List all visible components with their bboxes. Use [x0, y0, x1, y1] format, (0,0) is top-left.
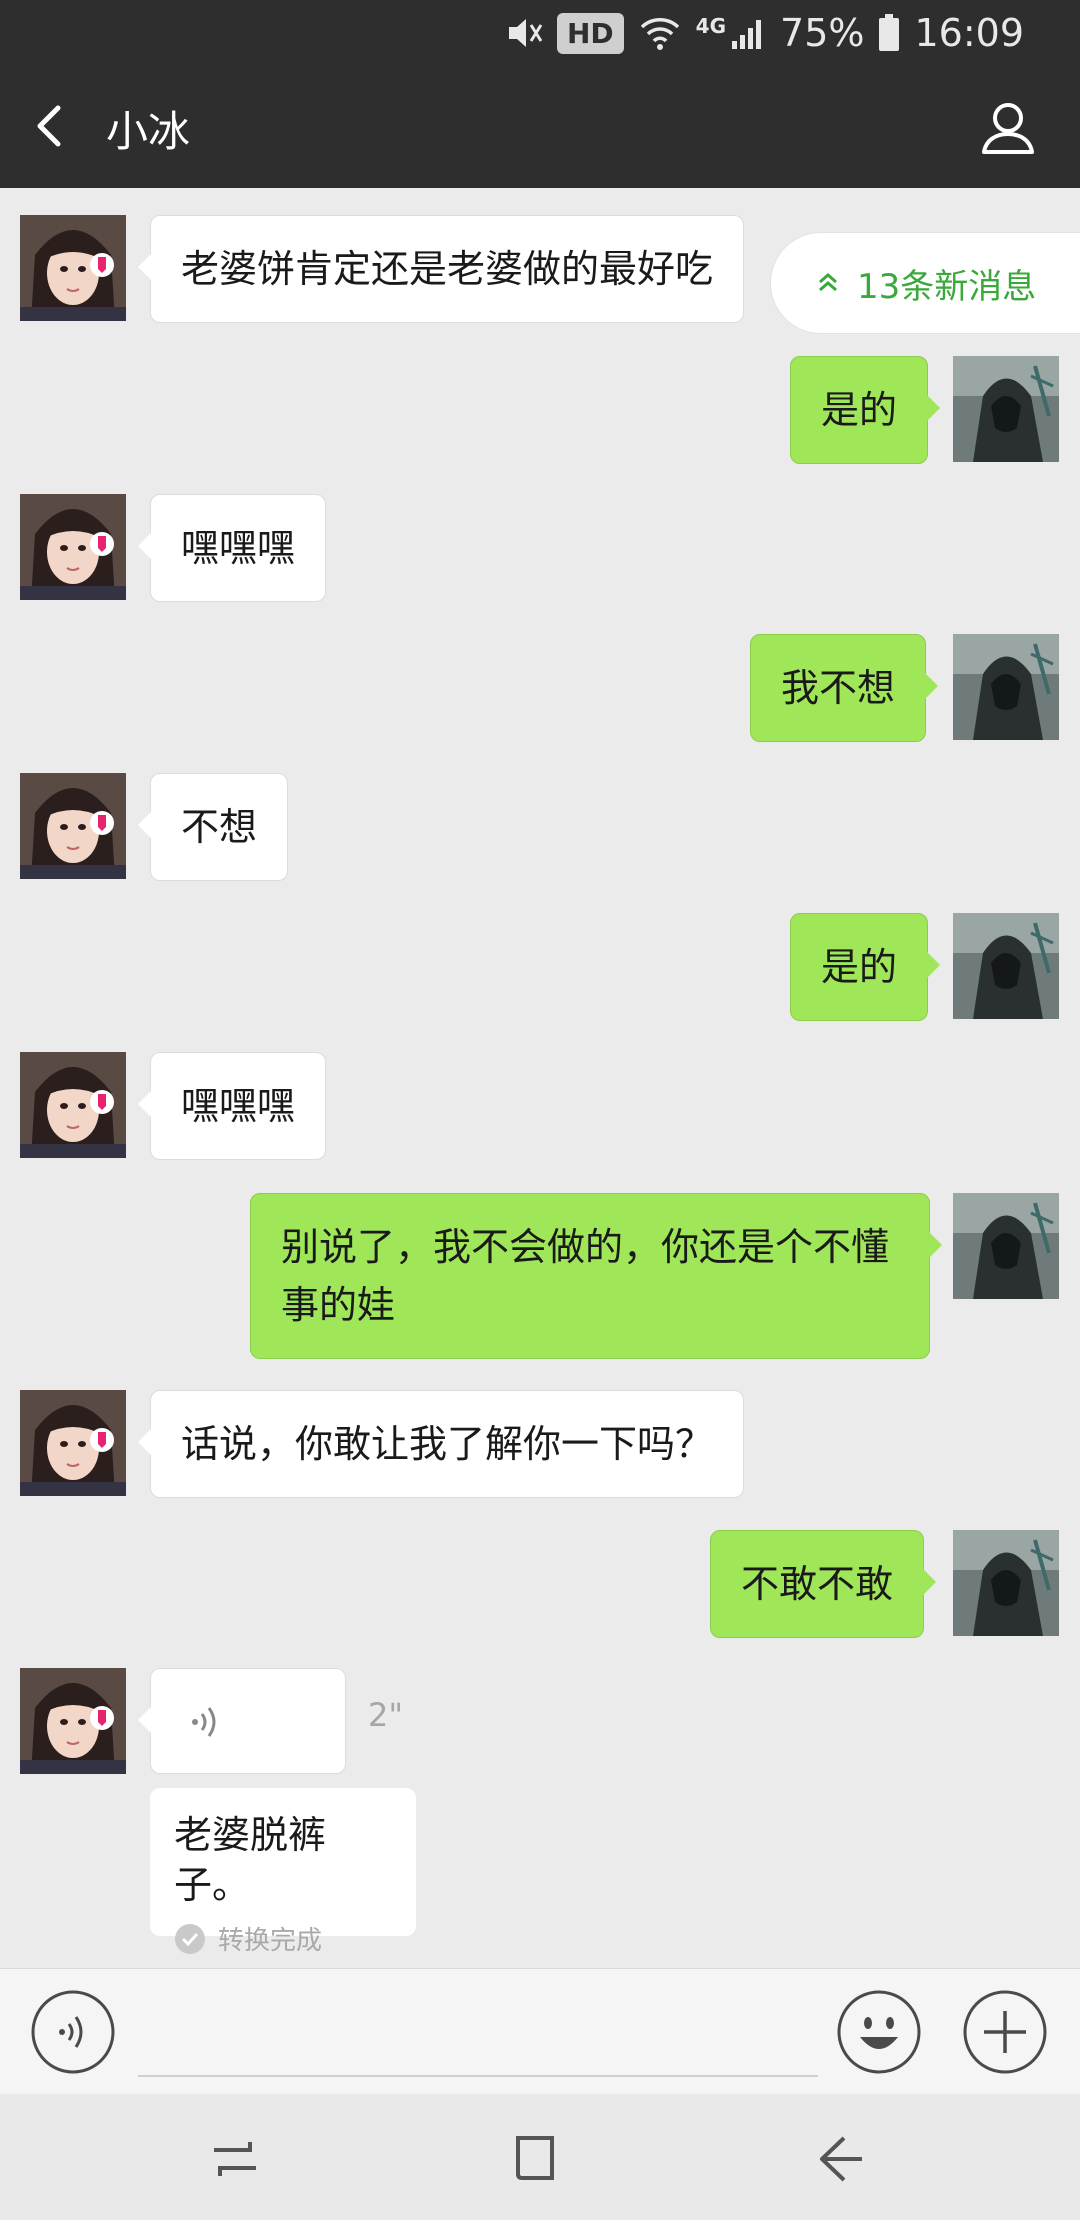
signal-icon — [730, 15, 766, 51]
recents-button[interactable] — [200, 2124, 270, 2194]
check-circle-icon — [175, 1923, 205, 1954]
person-icon — [982, 103, 1034, 154]
chat-title: 小冰 — [106, 107, 191, 156]
contact-avatar[interactable] — [20, 494, 126, 600]
my-avatar[interactable] — [953, 1530, 1059, 1636]
clock: 16:09 — [914, 11, 1024, 55]
chat-header: 小冰 — [0, 66, 1080, 188]
new-messages-label: 13条新消息 — [857, 266, 1037, 307]
voice-wave-icon — [192, 1707, 216, 1737]
battery-icon — [878, 14, 900, 52]
voice-duration: 2" — [368, 1696, 404, 1734]
more-actions-button[interactable] — [962, 1989, 1048, 2075]
message-bubble[interactable]: 嘿嘿嘿 — [137, 1052, 327, 1160]
home-square-icon — [516, 2136, 554, 2180]
voice-transcript[interactable]: 老婆脱裤子。 转换完成 — [150, 1788, 416, 1956]
my-avatar[interactable] — [953, 913, 1059, 1019]
message-bubble[interactable]: 不敢不敢 — [710, 1530, 937, 1638]
hd-badge: HD — [556, 12, 624, 54]
my-avatar[interactable] — [953, 1193, 1059, 1299]
back-button[interactable] — [26, 94, 86, 158]
message-bubble[interactable]: 话说，你敢让我了解你一下吗？ — [137, 1390, 745, 1498]
transcript-text: 老婆脱裤子。 — [174, 1813, 327, 1907]
message-bubble[interactable]: 是的 — [790, 356, 941, 464]
status-icons: HD 4G 75% 16:09 — [503, 8, 1024, 58]
message-bubble[interactable]: 是的 — [790, 913, 941, 1021]
emoji-button[interactable] — [836, 1989, 922, 2075]
message-input[interactable] — [138, 1991, 818, 2077]
mute-icon — [503, 13, 543, 53]
double-chevron-up-icon — [817, 263, 839, 303]
recents-icon — [214, 2142, 256, 2176]
home-button[interactable] — [500, 2124, 570, 2194]
contact-avatar[interactable] — [20, 215, 126, 321]
contact-avatar[interactable] — [20, 1052, 126, 1158]
voice-icon — [31, 1990, 115, 2074]
back-arrow-icon — [820, 2136, 862, 2182]
system-nav-bar — [0, 2094, 1080, 2220]
message-bubble[interactable]: 嘿嘿嘿 — [137, 494, 327, 602]
battery-percent: 75% — [780, 11, 865, 55]
message-bubble[interactable]: 别说了，我不会做的，你还是个不懂事的娃 — [250, 1193, 942, 1359]
new-messages-pill[interactable]: 13条新消息 — [770, 232, 1080, 334]
my-avatar[interactable] — [953, 356, 1059, 462]
network-type: 4G — [695, 14, 727, 38]
message-bubble[interactable]: 我不想 — [750, 634, 939, 742]
voice-message-bubble[interactable] — [138, 1668, 346, 1774]
input-bar — [0, 1968, 1080, 2094]
contact-avatar[interactable] — [20, 773, 126, 879]
transcript-status-label: 转换完成 — [218, 1926, 323, 1956]
plus-icon — [963, 1990, 1047, 2074]
transcript-status: 转换完成 — [174, 1920, 392, 1957]
emoji-smile-icon — [837, 1990, 921, 2074]
contact-avatar[interactable] — [20, 1668, 126, 1774]
system-back-button[interactable] — [806, 2124, 876, 2194]
message-list[interactable]: 老婆饼肯定还是老婆做的最好吃 13条新消息 是的 嘿嘿嘿 我不想 不想 是的 嘿… — [0, 188, 1080, 1968]
message-bubble[interactable]: 老婆饼肯定还是老婆做的最好吃 — [137, 215, 745, 323]
chat-info-button[interactable] — [976, 96, 1040, 160]
wifi-icon — [638, 13, 682, 53]
back-arrow-icon — [37, 105, 61, 147]
contact-avatar[interactable] — [20, 1390, 126, 1496]
voice-input-toggle[interactable] — [30, 1989, 116, 2075]
status-bar: HD 4G 75% 16:09 — [0, 0, 1080, 66]
message-bubble[interactable]: 不想 — [137, 773, 289, 881]
my-avatar[interactable] — [953, 634, 1059, 740]
